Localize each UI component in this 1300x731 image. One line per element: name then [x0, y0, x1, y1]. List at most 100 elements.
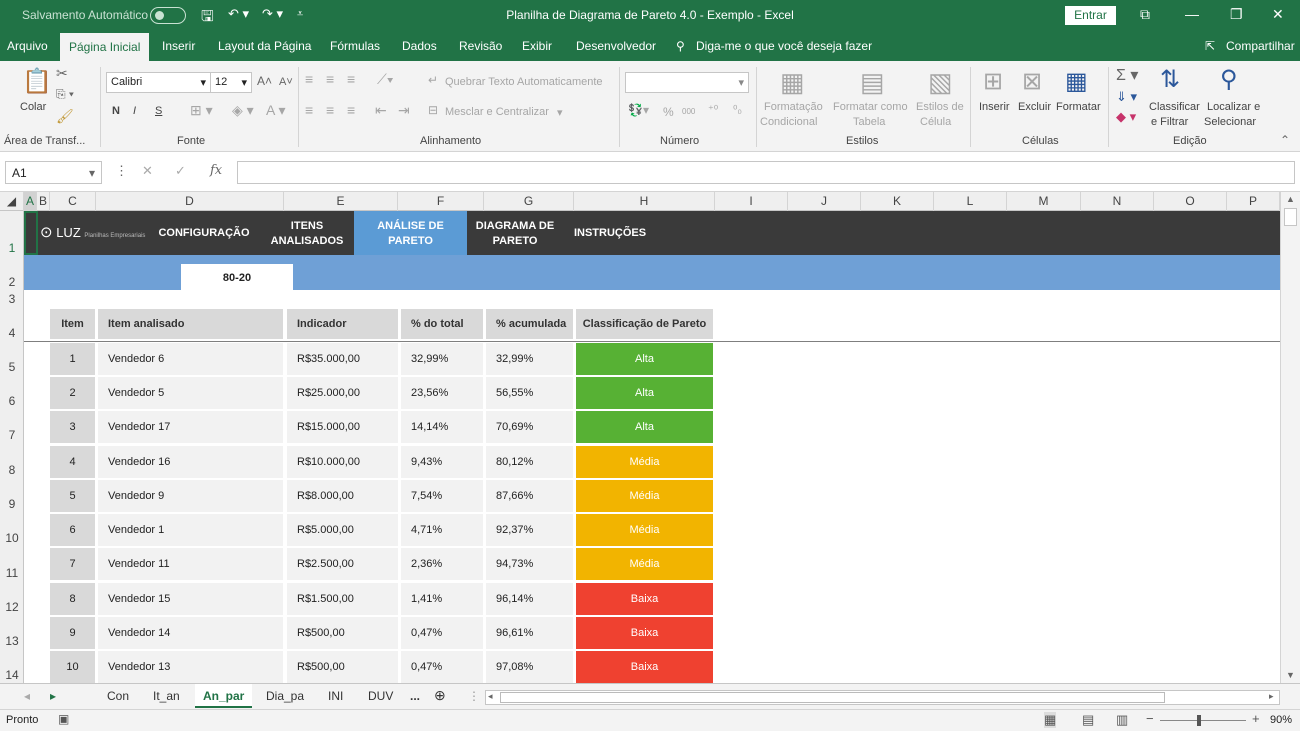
- row-header[interactable]: 3: [0, 292, 24, 306]
- find-select-button-line2[interactable]: Selecionar: [1204, 116, 1256, 128]
- cell-item-name[interactable]: Vendedor 15: [98, 583, 283, 615]
- delete-cells-button[interactable]: Excluir: [1018, 101, 1051, 113]
- zoom-out-icon[interactable]: −: [1146, 711, 1154, 726]
- cell-indicator[interactable]: R$1.500,00: [287, 583, 398, 615]
- cell-pct-total[interactable]: 4,71%: [401, 514, 483, 546]
- number-format-select[interactable]: ▾: [625, 72, 749, 93]
- row-header[interactable]: 5: [0, 360, 24, 374]
- column-header[interactable]: G: [484, 192, 574, 211]
- zoom-slider[interactable]: [1160, 720, 1246, 721]
- align-center-icon[interactable]: ≡: [326, 102, 334, 118]
- more-sheets-button[interactable]: ...: [410, 689, 420, 703]
- column-header[interactable]: F: [398, 192, 484, 211]
- cell-pareto-class[interactable]: Média: [576, 514, 713, 546]
- horizontal-scrollbar[interactable]: ◂ ▸: [485, 690, 1280, 705]
- collapse-ribbon-icon[interactable]: ⌃: [1280, 133, 1290, 147]
- tell-me-search[interactable]: Diga-me o que você deseja fazer: [696, 39, 872, 53]
- cell-indicator[interactable]: R$10.000,00: [287, 446, 398, 478]
- cell-pareto-class[interactable]: Baixa: [576, 617, 713, 649]
- cancel-icon[interactable]: ✕: [142, 163, 153, 179]
- row-header[interactable]: 4: [0, 326, 24, 340]
- cell-item-number[interactable]: 5: [50, 480, 95, 512]
- next-sheet-icon[interactable]: ▸: [50, 689, 56, 703]
- column-header[interactable]: P: [1227, 192, 1280, 211]
- font-name-select[interactable]: Calibri ▾: [106, 72, 211, 93]
- share-button[interactable]: Compartilhar: [1226, 39, 1295, 53]
- cell-item-name[interactable]: Vendedor 11: [98, 548, 283, 580]
- enter-icon[interactable]: ✓: [175, 163, 186, 179]
- nav-analise-pareto[interactable]: ANÁLISE DE PARETO: [358, 219, 463, 249]
- cell-pct-total[interactable]: 14,14%: [401, 411, 483, 443]
- cell-indicator[interactable]: R$35.000,00: [287, 343, 398, 375]
- tab-revisao[interactable]: Revisão: [459, 39, 502, 53]
- nav-itens-analisados[interactable]: ITENS ANALISADOS: [267, 219, 347, 249]
- cell-pct-total[interactable]: 2,36%: [401, 548, 483, 580]
- cell-item-name[interactable]: Vendedor 6: [98, 343, 283, 375]
- row-header[interactable]: 6: [0, 394, 24, 408]
- cell-pct-accumulated[interactable]: 87,66%: [486, 480, 573, 512]
- underline-button[interactable]: S: [155, 105, 162, 117]
- column-header[interactable]: J: [788, 192, 861, 211]
- cell-pct-total[interactable]: 0,47%: [401, 651, 483, 683]
- cell-pct-total[interactable]: 23,56%: [401, 377, 483, 409]
- name-box[interactable]: A1 ▾: [5, 161, 102, 184]
- row-header[interactable]: 7: [0, 428, 24, 442]
- font-size-select[interactable]: 12 ▾: [210, 72, 252, 93]
- signin-button[interactable]: Entrar: [1065, 6, 1116, 25]
- decrease-indent-icon[interactable]: ⇤: [375, 102, 387, 119]
- cell-styles-button-line2[interactable]: Célula: [920, 116, 951, 128]
- cell-item-number[interactable]: 8: [50, 583, 95, 615]
- cell-item-name[interactable]: Vendedor 16: [98, 446, 283, 478]
- cell-item-number[interactable]: 1: [50, 343, 95, 375]
- paste-button[interactable]: Colar: [20, 101, 46, 113]
- page-break-view-icon[interactable]: ▥: [1116, 712, 1128, 728]
- row-header[interactable]: 2: [0, 275, 24, 289]
- fill-color-icon[interactable]: ◈ ▾: [232, 102, 254, 119]
- cell-pct-total[interactable]: 0,47%: [401, 617, 483, 649]
- clear-icon[interactable]: ◆ ▾: [1116, 109, 1136, 125]
- nav-configuracao[interactable]: CONFIGURAÇÃO: [154, 226, 254, 241]
- cell-pareto-class[interactable]: Baixa: [576, 583, 713, 615]
- page-layout-view-icon[interactable]: ▤: [1082, 712, 1094, 728]
- nav-instrucoes[interactable]: INSTRUÇÕES: [572, 226, 648, 241]
- tab-formulas[interactable]: Fórmulas: [330, 39, 380, 53]
- zoom-slider-thumb[interactable]: [1197, 715, 1201, 726]
- insert-function-button[interactable]: fx: [210, 163, 222, 178]
- vertical-scrollbar[interactable]: ▲ ▼: [1280, 192, 1300, 683]
- h-scroll-thumb[interactable]: [500, 692, 1165, 703]
- row-header[interactable]: 1: [0, 241, 24, 255]
- cut-icon[interactable]: ✂: [56, 65, 68, 82]
- sheet-tab-con[interactable]: Con: [107, 689, 129, 703]
- font-color-icon[interactable]: A ▾: [266, 102, 285, 119]
- row-header[interactable]: 13: [0, 634, 24, 648]
- cell-pct-accumulated[interactable]: 96,14%: [486, 583, 573, 615]
- increase-indent-icon[interactable]: ⇥: [398, 102, 410, 119]
- cell-pct-accumulated[interactable]: 80,12%: [486, 446, 573, 478]
- cell-pct-accumulated[interactable]: 97,08%: [486, 651, 573, 683]
- scroll-up-icon[interactable]: ▲: [1286, 194, 1295, 204]
- paste-icon[interactable]: 📋: [22, 67, 52, 96]
- grow-font-icon[interactable]: A˄: [257, 74, 272, 88]
- cell-pct-total[interactable]: 7,54%: [401, 480, 483, 512]
- cell-pareto-class[interactable]: Alta: [576, 343, 713, 375]
- sheet-tab-ini[interactable]: INI: [328, 689, 343, 703]
- cell-item-number[interactable]: 6: [50, 514, 95, 546]
- cell-item-name[interactable]: Vendedor 9: [98, 480, 283, 512]
- row-header[interactable]: 10: [0, 531, 24, 545]
- cell-pct-accumulated[interactable]: 56,55%: [486, 377, 573, 409]
- active-cell-a1[interactable]: [24, 211, 38, 255]
- thousands-button[interactable]: 000: [682, 107, 695, 116]
- insert-cells-button[interactable]: Inserir: [979, 101, 1010, 113]
- sheet-tab-it-an[interactable]: It_an: [153, 689, 180, 703]
- format-cells-button[interactable]: Formatar: [1056, 101, 1101, 113]
- column-header[interactable]: O: [1154, 192, 1227, 211]
- cell-item-name[interactable]: Vendedor 14: [98, 617, 283, 649]
- cell-pct-total[interactable]: 9,43%: [401, 446, 483, 478]
- row-header[interactable]: 12: [0, 600, 24, 614]
- column-header[interactable]: N: [1081, 192, 1154, 211]
- row-header[interactable]: 8: [0, 463, 24, 477]
- shrink-font-icon[interactable]: A˅: [279, 76, 293, 88]
- scroll-down-icon[interactable]: ▼: [1286, 670, 1295, 680]
- conditional-format-button-line2[interactable]: Condicional: [760, 116, 817, 128]
- ribbon-display-icon[interactable]: ⧉: [1140, 6, 1150, 23]
